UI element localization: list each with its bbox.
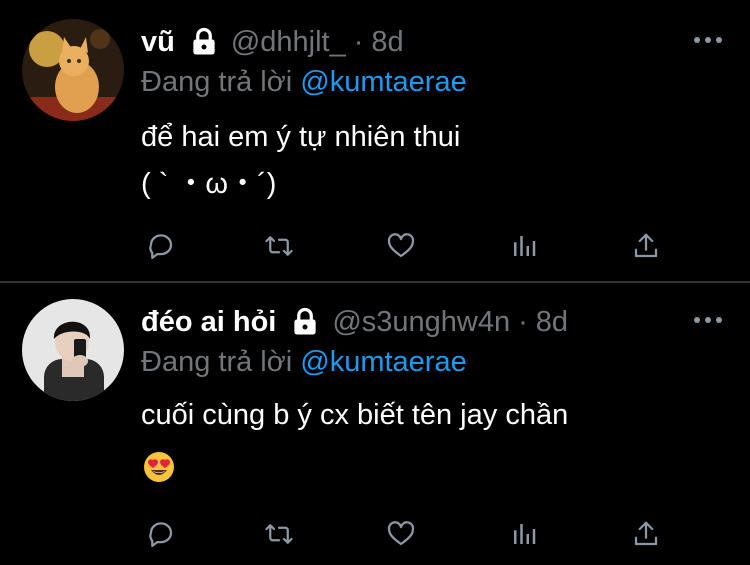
more-icon[interactable] [694,310,722,330]
separator: · [518,305,528,338]
tweet-text: để hai em ý tự nhiên thui [141,121,461,153]
like-icon[interactable] [381,514,421,554]
like-icon[interactable] [381,226,421,266]
tweet[interactable]: đéo ai hỏi @s3unghw4n · 8d Đang trả lời … [0,283,750,565]
replying-label: Đang trả lời [141,66,293,98]
user-handle[interactable]: @s3unghw4n [332,306,510,339]
replying-label: Đang trả lời [141,346,293,378]
tweet-header: vũ @dhhjlt_ · 8d [141,20,404,64]
more-icon[interactable] [694,30,722,50]
retweet-icon[interactable] [259,514,299,554]
timestamp[interactable]: 8d [536,306,568,339]
share-icon[interactable] [626,514,666,554]
tweet-header: đéo ai hỏi @s3unghw4n · 8d [141,300,568,344]
avatar[interactable] [22,299,124,401]
retweet-icon[interactable] [259,226,299,266]
mention-link[interactable]: @kumtaerae [300,66,466,98]
cat-avatar-image [22,19,124,121]
stats-icon[interactable] [504,226,544,266]
replying-to: Đang trả lời @kumtaerae [141,346,467,379]
display-name[interactable]: vũ [141,26,175,59]
action-bar [141,514,671,554]
stats-icon[interactable] [504,514,544,554]
display-name[interactable]: đéo ai hỏi [141,306,276,339]
action-bar [141,226,671,266]
lock-icon [189,27,219,57]
person-avatar-image [22,299,124,401]
user-handle[interactable]: @dhhjlt_ [231,26,346,59]
timestamp[interactable]: 8d [371,26,403,59]
reply-icon[interactable] [141,514,181,554]
reply-icon[interactable] [141,226,181,266]
lock-icon [290,307,320,337]
heart-eyes-emoji [143,451,175,488]
share-icon[interactable] [626,226,666,266]
mention-link[interactable]: @kumtaerae [300,346,466,378]
tweet-text: ( ` ・ω・´) [141,168,277,200]
replying-to: Đang trả lời @kumtaerae [141,66,467,99]
separator: · [353,25,364,58]
tweet-text: cuối cùng b ý cx biết tên jay chần [141,399,569,431]
tweet[interactable]: vũ @dhhjlt_ · 8d Đang trả lời @kumtaerae… [0,0,750,282]
avatar[interactable] [22,19,124,121]
